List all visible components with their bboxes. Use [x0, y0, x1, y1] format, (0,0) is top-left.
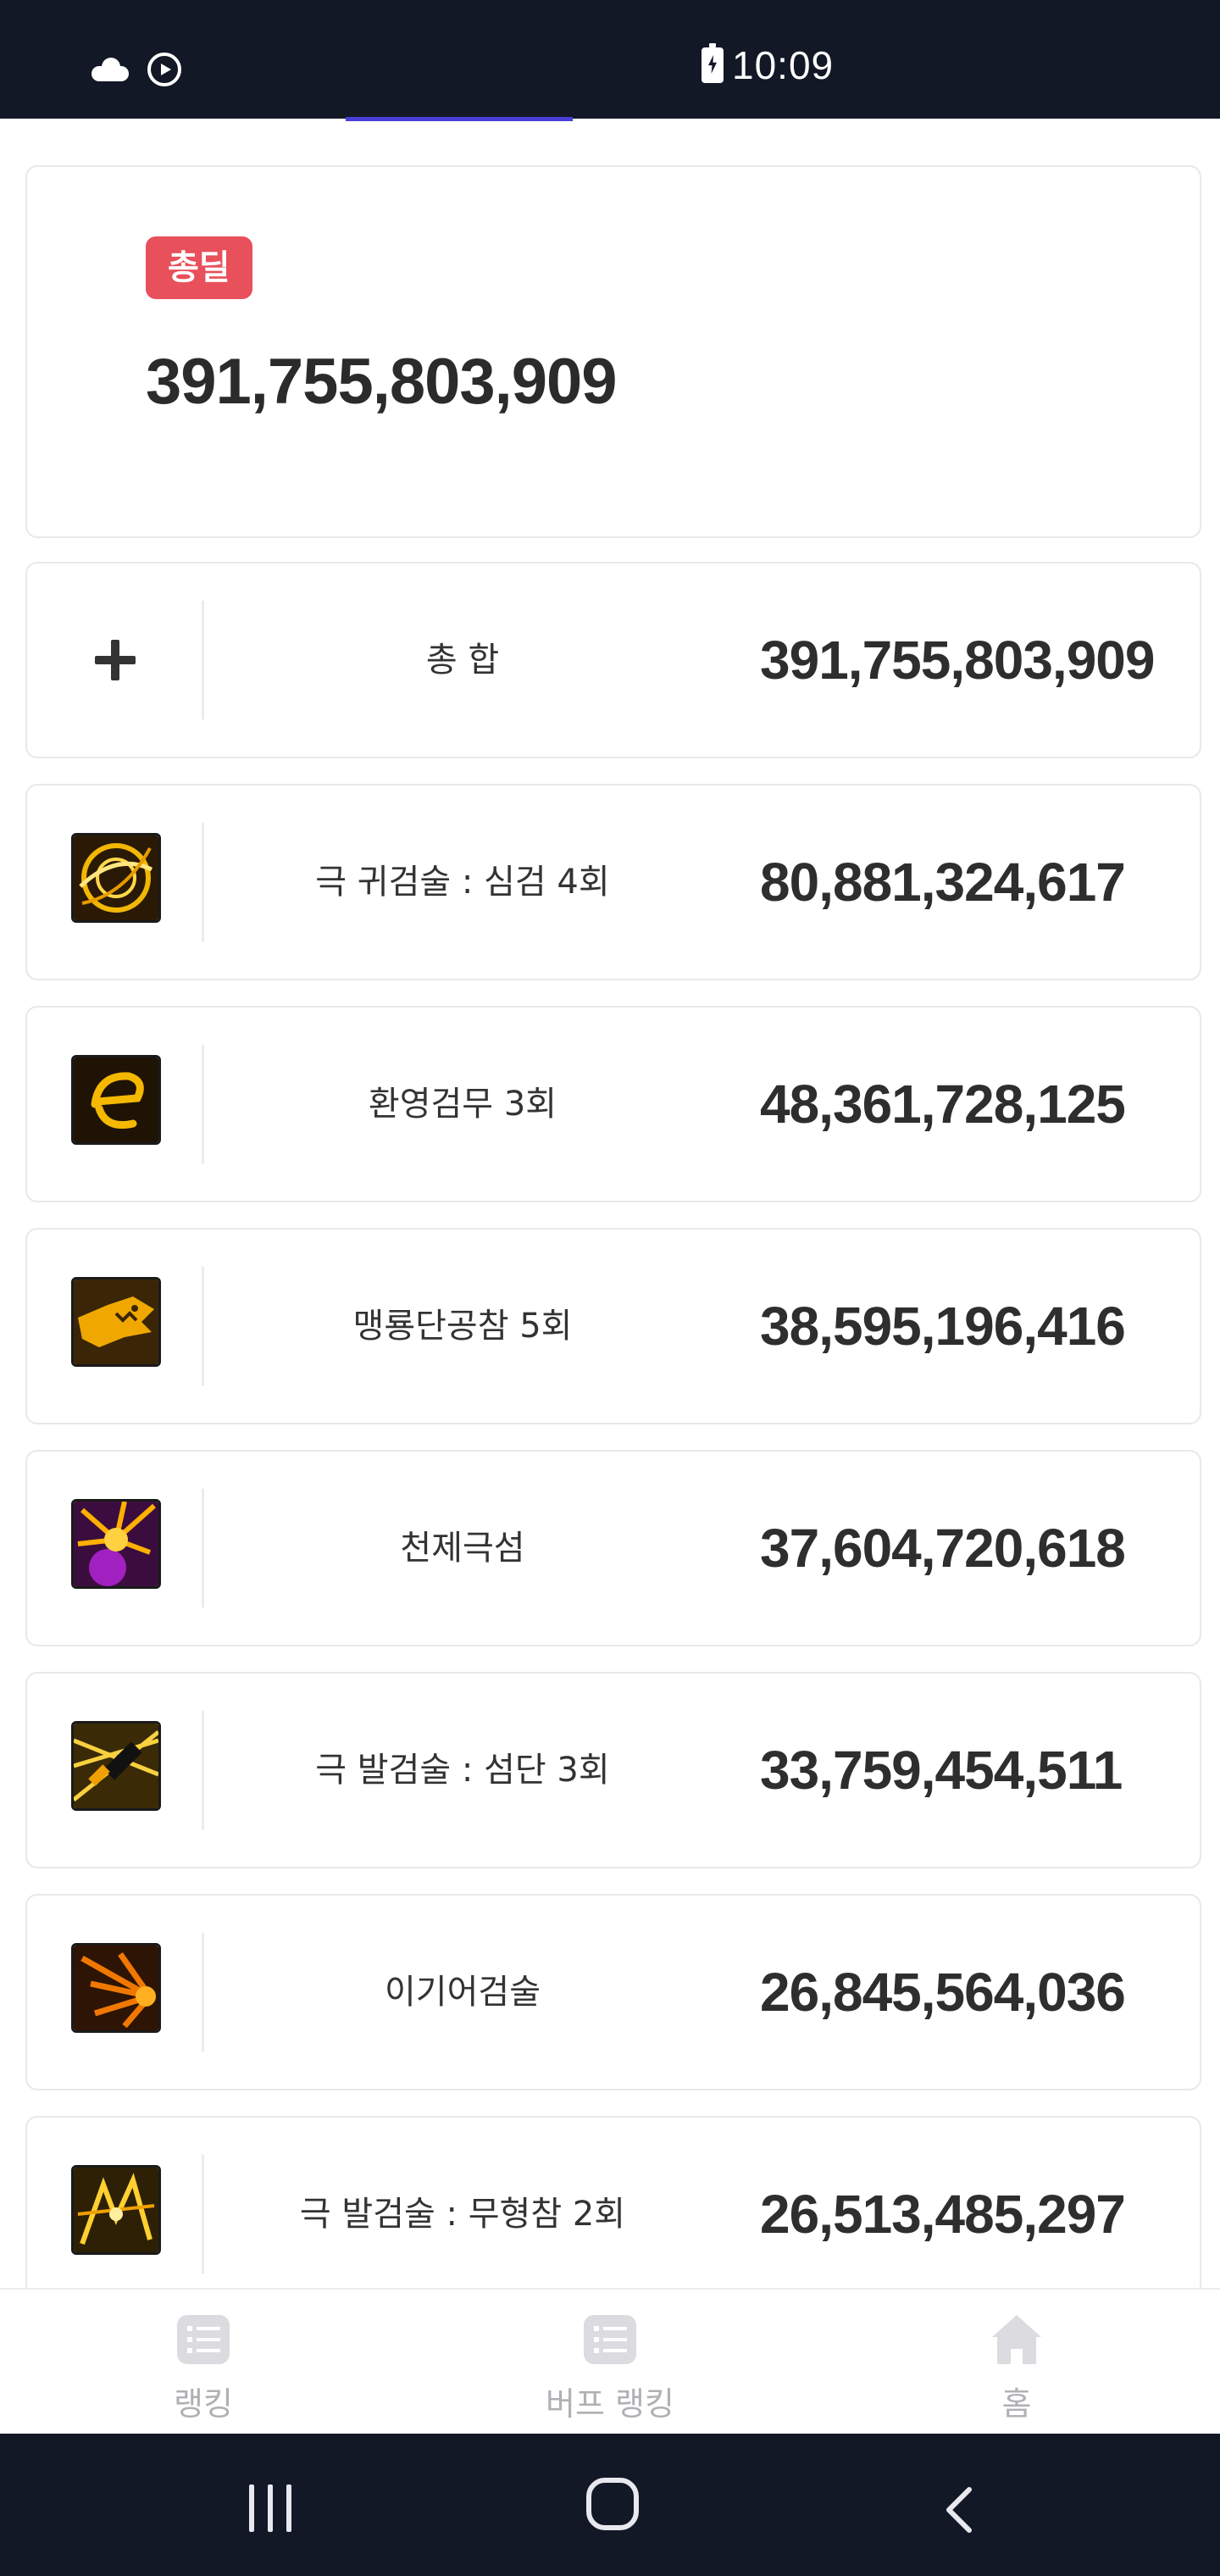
skill-ghost-sword-icon — [71, 833, 161, 923]
skill-name: 맹룡단공참 5회 — [352, 1307, 573, 1346]
damage-breakdown: 총딜 391,755,803,909 총 합 391,755,803,909 극… — [0, 123, 1220, 2312]
skill-row[interactable]: 천제극섬 37,604,720,618 — [25, 1450, 1201, 1646]
skill-name: 환영검무 3회 — [368, 1085, 557, 1124]
row-value: 391,755,803,909 — [760, 630, 1155, 691]
total-damage-badge: 총딜 — [146, 236, 252, 299]
skill-damage: 80,881,324,617 — [760, 852, 1126, 913]
skill-name: 극 발검술 : 섬단 3회 — [315, 1751, 610, 1790]
nav-buff-ranking[interactable]: 버프 랭킹 — [483, 2312, 737, 2424]
status-right: 10:09 — [702, 42, 834, 88]
nav-label: 홈 — [1001, 2385, 1032, 2423]
skill-damage: 26,845,564,036 — [760, 1962, 1126, 2023]
skill-name: 천제극섬 — [400, 1529, 525, 1568]
skill-draw-sword-icon — [71, 1721, 161, 1811]
active-tab-indicator — [346, 117, 573, 121]
list-icon — [584, 2315, 636, 2364]
row-name: 총 합 — [425, 641, 500, 680]
status-bar: 10:09 — [0, 0, 1220, 119]
skill-dragon-slash-icon — [71, 1277, 161, 1367]
status-time: 10:09 — [732, 43, 835, 87]
skill-name: 이기어검술 — [385, 1973, 541, 2012]
system-navigation-bar — [0, 2434, 1220, 2576]
skill-phantom-dance-icon — [71, 1055, 161, 1145]
skill-row[interactable]: 극 발검술 : 무형참 2회 26,513,485,297 — [25, 2116, 1201, 2312]
skill-heaven-flash-icon — [71, 1499, 161, 1589]
plus-icon[interactable] — [95, 640, 136, 680]
skill-formless-slash-icon — [71, 2165, 161, 2255]
bottom-navigation: 랭킹 버프 랭킹 홈 — [0, 2288, 1220, 2434]
status-left-icons — [92, 53, 181, 86]
skill-damage: 33,759,454,511 — [760, 1740, 1123, 1801]
skill-name: 극 발검술 : 무형참 2회 — [299, 2195, 626, 2234]
cloud-icon — [92, 58, 129, 81]
nav-ranking[interactable]: 랭킹 — [76, 2312, 330, 2424]
skill-damage: 38,595,196,416 — [760, 1296, 1126, 1357]
skill-damage: 26,513,485,297 — [760, 2184, 1126, 2245]
nav-home[interactable]: 홈 — [890, 2312, 1144, 2424]
skill-damage: 48,361,728,125 — [760, 1074, 1126, 1135]
list-icon — [177, 2315, 230, 2364]
battery-charging-icon — [702, 43, 724, 83]
back-icon[interactable] — [942, 2484, 976, 2535]
skill-name: 극 귀검술 : 심검 4회 — [315, 863, 610, 902]
play-circle-icon — [147, 53, 181, 86]
skill-row[interactable]: 맹룡단공참 5회 38,595,196,416 — [25, 1228, 1201, 1424]
nav-label: 랭킹 — [174, 2385, 233, 2423]
home-button-icon[interactable] — [586, 2478, 639, 2530]
skill-damage: 37,604,720,618 — [760, 1518, 1126, 1579]
recent-apps-icon[interactable] — [247, 2484, 298, 2532]
home-icon — [992, 2315, 1041, 2364]
nav-label: 버프 랭킹 — [546, 2385, 674, 2423]
total-damage-value: 391,755,803,909 — [146, 346, 618, 418]
skill-igi-sword-icon — [71, 1943, 161, 2033]
skill-row[interactable]: 이기어검술 26,845,564,036 — [25, 1894, 1201, 2090]
total-sum-row[interactable]: 총 합 391,755,803,909 — [25, 562, 1201, 758]
skill-row[interactable]: 환영검무 3회 48,361,728,125 — [25, 1006, 1201, 1202]
skill-row[interactable]: 극 귀검술 : 심검 4회 80,881,324,617 — [25, 784, 1201, 980]
total-damage-card: 총딜 391,755,803,909 — [25, 165, 1201, 538]
skill-row[interactable]: 극 발검술 : 섬단 3회 33,759,454,511 — [25, 1672, 1201, 1868]
